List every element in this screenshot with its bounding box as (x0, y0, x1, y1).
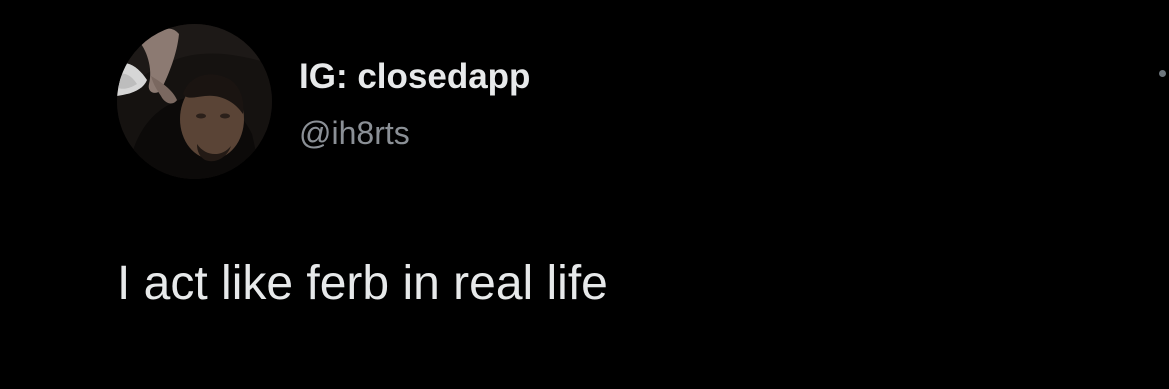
profile-photo (117, 24, 272, 179)
tweet-card: IG: closedapp @ih8rts I act like ferb in… (0, 0, 1169, 389)
more-options-icon[interactable] (1159, 70, 1166, 77)
avatar[interactable] (117, 24, 272, 179)
tweet-text: I act like ferb in real life (117, 257, 608, 310)
author-display-name[interactable]: IG: closedapp (299, 55, 530, 99)
author-handle[interactable]: @ih8rts (299, 113, 410, 153)
